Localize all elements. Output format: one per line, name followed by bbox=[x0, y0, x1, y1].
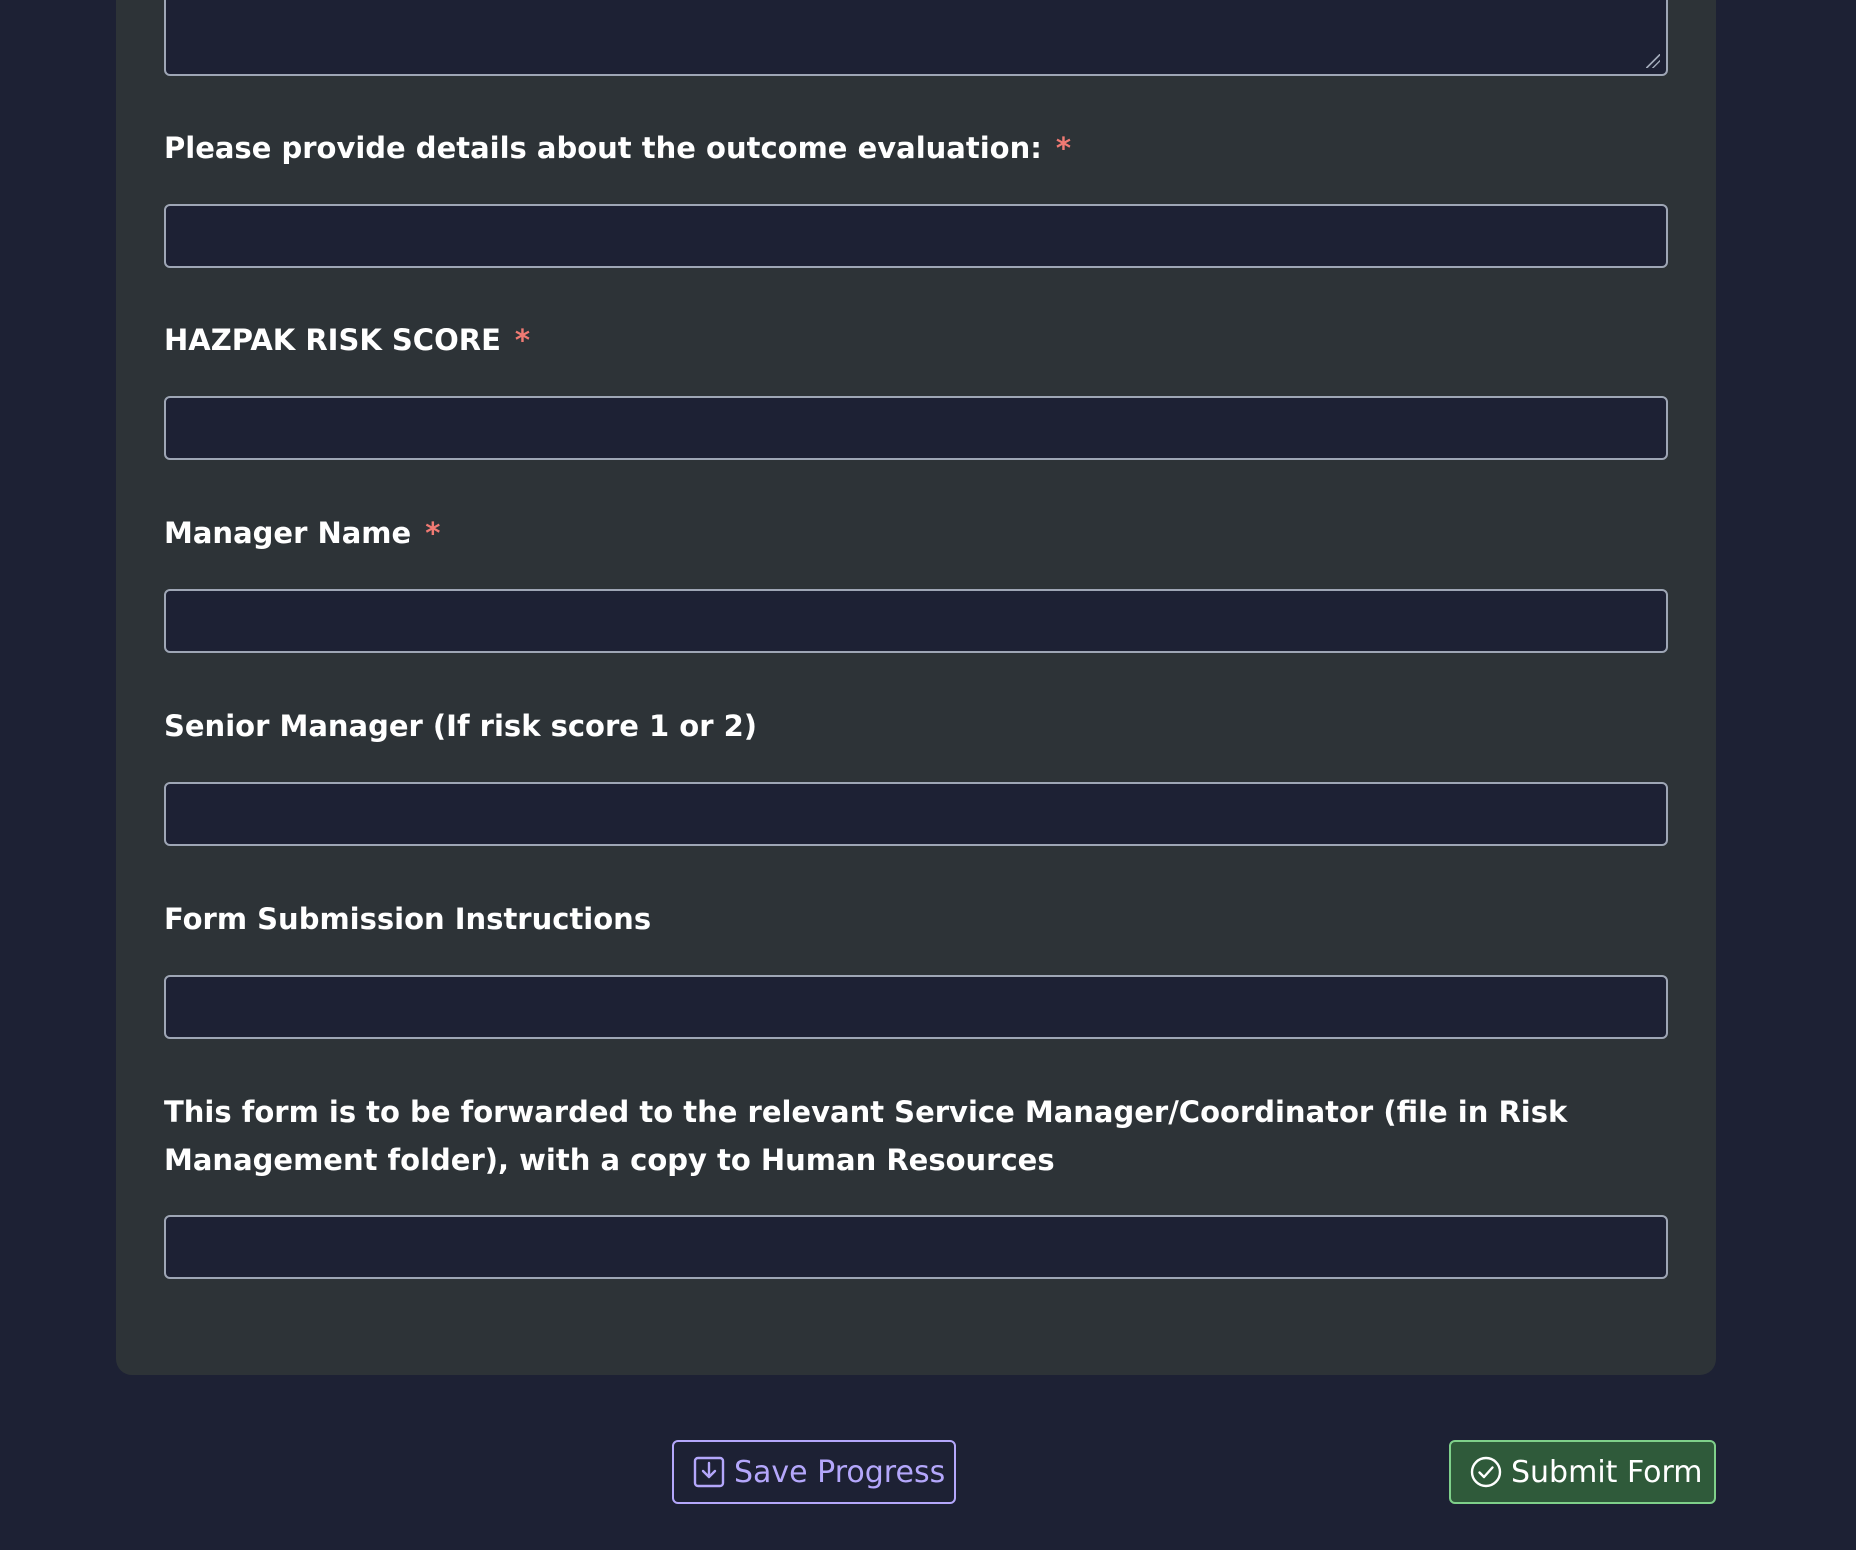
form-page: Please provide details about the outcome… bbox=[0, 0, 1856, 1550]
required-asterisk: * bbox=[1055, 131, 1072, 165]
manager-name-label-text: Manager Name bbox=[164, 516, 412, 550]
forwarding-note-label: This form is to be forwarded to the rele… bbox=[164, 1088, 1664, 1184]
previous-textarea[interactable] bbox=[164, 0, 1668, 76]
forwarding-note-input[interactable] bbox=[164, 1215, 1668, 1279]
senior-manager-label-text: Senior Manager (If risk score 1 or 2) bbox=[164, 709, 758, 743]
senior-manager-input[interactable] bbox=[164, 782, 1668, 846]
submission-instructions-label: Form Submission Instructions bbox=[164, 895, 651, 943]
check-circle-icon bbox=[1470, 1456, 1502, 1488]
save-download-icon bbox=[693, 1456, 725, 1488]
manager-name-label: Manager Name * bbox=[164, 509, 440, 557]
hazpak-risk-score-input[interactable] bbox=[164, 396, 1668, 460]
hazpak-risk-score-label-text: HAZPAK RISK SCORE bbox=[164, 323, 501, 357]
submit-form-button[interactable]: Submit Form bbox=[1449, 1440, 1716, 1504]
forwarding-note-label-text: This form is to be forwarded to the rele… bbox=[164, 1095, 1568, 1177]
submission-instructions-label-text: Form Submission Instructions bbox=[164, 902, 652, 936]
outcome-evaluation-label: Please provide details about the outcome… bbox=[164, 124, 1071, 172]
outcome-evaluation-label-text: Please provide details about the outcome… bbox=[164, 131, 1042, 165]
manager-name-input[interactable] bbox=[164, 589, 1668, 653]
senior-manager-label: Senior Manager (If risk score 1 or 2) bbox=[164, 702, 757, 750]
submission-instructions-input[interactable] bbox=[164, 975, 1668, 1039]
submit-form-label: Submit Form bbox=[1511, 1454, 1703, 1490]
hazpak-risk-score-label: HAZPAK RISK SCORE * bbox=[164, 316, 530, 364]
required-asterisk: * bbox=[514, 323, 531, 357]
outcome-evaluation-input[interactable] bbox=[164, 204, 1668, 268]
save-progress-label: Save Progress bbox=[734, 1454, 946, 1490]
save-progress-button[interactable]: Save Progress bbox=[672, 1440, 956, 1504]
required-asterisk: * bbox=[425, 516, 441, 550]
resize-grip-icon[interactable] bbox=[1646, 54, 1660, 68]
